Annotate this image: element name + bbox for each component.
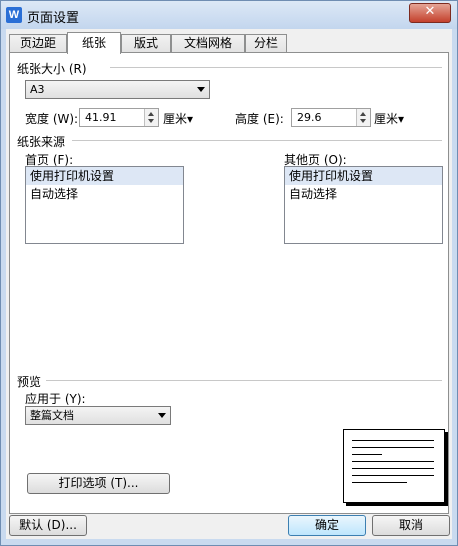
height-stepper[interactable]: 29.6 bbox=[291, 108, 371, 127]
paper-size-select[interactable]: A3 bbox=[25, 80, 210, 99]
tab-layout[interactable]: 版式 bbox=[121, 34, 171, 53]
height-value: 29.6 bbox=[297, 111, 322, 124]
height-unit-select[interactable]: 厘米▾ bbox=[374, 110, 404, 127]
tab-document-grid[interactable]: 文档网格 bbox=[171, 34, 245, 53]
apply-to-value: 整篇文档 bbox=[30, 409, 74, 422]
preview-line bbox=[352, 468, 434, 469]
spin-buttons[interactable] bbox=[356, 109, 370, 126]
width-value: 41.91 bbox=[85, 111, 117, 124]
list-item[interactable]: 自动选择 bbox=[26, 185, 183, 203]
paper-source-heading: 纸张来源 bbox=[17, 135, 66, 149]
close-button[interactable]: ✕ bbox=[409, 3, 451, 23]
dialog-title: 页面设置 bbox=[27, 11, 80, 26]
section-divider bbox=[46, 380, 442, 381]
page-setup-dialog: W 页面设置 ✕ 页边距 纸张 版式 文档网格 分栏 纸张大小 (R) A3 宽… bbox=[0, 0, 458, 546]
height-label: 高度 (E): bbox=[235, 112, 284, 126]
other-pages-list[interactable]: 使用打印机设置 自动选择 bbox=[284, 166, 443, 244]
list-item[interactable]: 使用打印机设置 bbox=[26, 167, 183, 185]
chevron-down-icon bbox=[197, 87, 205, 92]
list-item[interactable]: 自动选择 bbox=[285, 185, 442, 203]
preview-heading: 预览 bbox=[17, 375, 42, 389]
preview-line bbox=[352, 482, 407, 483]
preview-line bbox=[352, 440, 434, 441]
paper-size-value: A3 bbox=[30, 83, 45, 96]
section-divider bbox=[110, 67, 442, 68]
wps-writer-icon: W bbox=[6, 7, 22, 23]
ok-button[interactable]: 确定 bbox=[288, 515, 366, 536]
default-button[interactable]: 默认 (D)... bbox=[9, 515, 87, 536]
paper-tab-panel: 纸张大小 (R) A3 宽度 (W): 41.91 厘米▾ 高度 (E): 29… bbox=[9, 52, 449, 514]
width-stepper[interactable]: 41.91 bbox=[79, 108, 159, 127]
tab-paper[interactable]: 纸张 bbox=[67, 32, 121, 54]
preview-line bbox=[352, 447, 434, 448]
width-unit-select[interactable]: 厘米▾ bbox=[163, 110, 193, 127]
title-bar: W 页面设置 ✕ bbox=[1, 1, 457, 29]
print-options-button[interactable]: 打印选项 (T)... bbox=[27, 473, 170, 494]
increment-icon[interactable] bbox=[148, 112, 154, 116]
spin-buttons[interactable] bbox=[144, 109, 158, 126]
dialog-client: 页边距 纸张 版式 文档网格 分栏 纸张大小 (R) A3 宽度 (W): 41… bbox=[6, 29, 452, 539]
width-label: 宽度 (W): bbox=[25, 112, 79, 126]
apply-to-select[interactable]: 整篇文档 bbox=[25, 406, 171, 425]
paper-size-heading: 纸张大小 (R) bbox=[17, 62, 87, 76]
decrement-icon[interactable] bbox=[360, 119, 366, 123]
apply-to-label: 应用于 (Y): bbox=[25, 392, 86, 406]
preview-line bbox=[352, 461, 434, 462]
list-item[interactable]: 使用打印机设置 bbox=[285, 167, 442, 185]
decrement-icon[interactable] bbox=[148, 119, 154, 123]
section-divider bbox=[72, 140, 442, 141]
chevron-down-icon bbox=[158, 413, 166, 418]
tab-margins[interactable]: 页边距 bbox=[9, 34, 67, 53]
cancel-button[interactable]: 取消 bbox=[372, 515, 450, 536]
preview-line bbox=[352, 454, 382, 455]
tab-columns[interactable]: 分栏 bbox=[245, 34, 287, 53]
increment-icon[interactable] bbox=[360, 112, 366, 116]
first-page-list[interactable]: 使用打印机设置 自动选择 bbox=[25, 166, 184, 244]
page-preview-thumbnail bbox=[343, 429, 445, 503]
preview-line bbox=[352, 475, 434, 476]
